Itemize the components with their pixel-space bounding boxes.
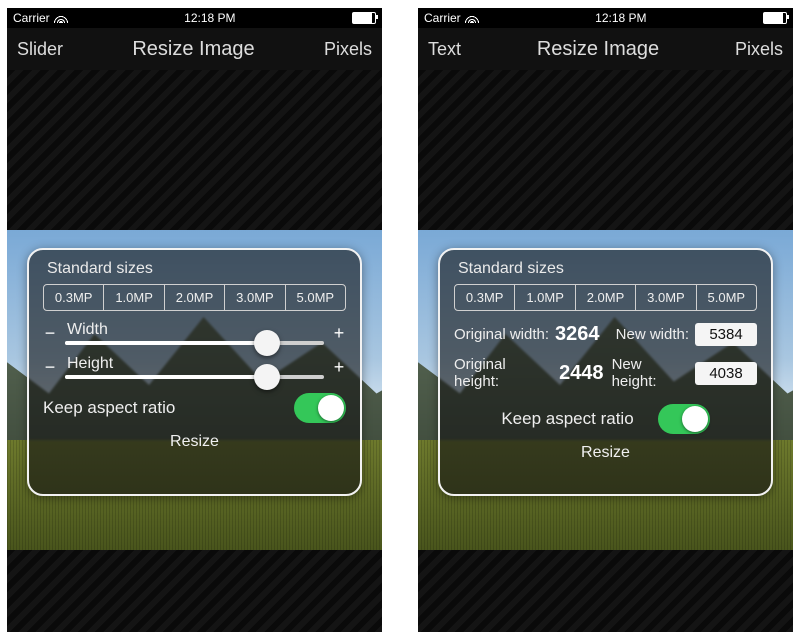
new-width-input[interactable]: 5384 bbox=[695, 323, 757, 346]
height-slider[interactable] bbox=[65, 375, 324, 379]
size-option[interactable]: 0.3MP bbox=[44, 285, 104, 310]
aspect-ratio-label: Keep aspect ratio bbox=[501, 409, 633, 429]
width-increase-button[interactable] bbox=[332, 323, 346, 344]
size-option[interactable]: 1.0MP bbox=[515, 285, 575, 310]
new-height-input[interactable]: 4038 bbox=[695, 362, 757, 385]
nav-left-button[interactable]: Slider bbox=[17, 39, 63, 60]
size-option[interactable]: 2.0MP bbox=[576, 285, 636, 310]
image-preview: Standard sizes 0.3MP 1.0MP 2.0MP 3.0MP 5… bbox=[418, 230, 793, 550]
aspect-ratio-label: Keep aspect ratio bbox=[43, 398, 175, 418]
resize-panel-text: Standard sizes 0.3MP 1.0MP 2.0MP 3.0MP 5… bbox=[438, 248, 773, 496]
nav-bar: Slider Resize Image Pixels bbox=[7, 28, 382, 70]
resize-button[interactable]: Resize bbox=[454, 444, 757, 462]
image-preview: Standard sizes 0.3MP 1.0MP 2.0MP 3.0MP 5… bbox=[7, 230, 382, 550]
original-height-label: Original height: bbox=[454, 356, 553, 390]
resize-panel-slider: Standard sizes 0.3MP 1.0MP 2.0MP 3.0MP 5… bbox=[27, 248, 362, 496]
lower-dark-area bbox=[7, 550, 382, 632]
size-option[interactable]: 0.3MP bbox=[455, 285, 515, 310]
aspect-ratio-toggle[interactable] bbox=[658, 404, 710, 434]
size-option[interactable]: 3.0MP bbox=[225, 285, 285, 310]
nav-title: Resize Image bbox=[132, 38, 254, 61]
nav-right-button[interactable]: Pixels bbox=[324, 39, 372, 60]
new-width-label: New width: bbox=[616, 326, 689, 343]
lower-dark-area bbox=[418, 550, 793, 632]
size-option[interactable]: 5.0MP bbox=[286, 285, 345, 310]
status-bar: Carrier 12:18 PM bbox=[7, 8, 382, 28]
standard-sizes-segmented[interactable]: 0.3MP 1.0MP 2.0MP 3.0MP 5.0MP bbox=[43, 284, 346, 311]
nav-title: Resize Image bbox=[537, 38, 659, 61]
size-option[interactable]: 5.0MP bbox=[697, 285, 756, 310]
original-height-value: 2448 bbox=[559, 362, 604, 385]
carrier-label: Carrier bbox=[13, 11, 50, 25]
width-label: Width bbox=[67, 321, 324, 339]
size-option[interactable]: 2.0MP bbox=[165, 285, 225, 310]
size-option[interactable]: 1.0MP bbox=[104, 285, 164, 310]
new-height-label: New height: bbox=[612, 356, 689, 390]
size-option[interactable]: 3.0MP bbox=[636, 285, 696, 310]
carrier-label: Carrier bbox=[424, 11, 461, 25]
standard-sizes-segmented[interactable]: 0.3MP 1.0MP 2.0MP 3.0MP 5.0MP bbox=[454, 284, 757, 311]
battery-icon bbox=[352, 12, 376, 24]
wifi-icon bbox=[54, 13, 68, 23]
width-slider[interactable] bbox=[65, 341, 324, 345]
nav-left-button[interactable]: Text bbox=[428, 39, 461, 60]
height-decrease-button[interactable] bbox=[43, 357, 57, 378]
phone-screenshot-slider: Carrier 12:18 PM Slider Resize Image Pix… bbox=[7, 8, 382, 632]
nav-bar: Text Resize Image Pixels bbox=[418, 28, 793, 70]
battery-icon bbox=[763, 12, 787, 24]
width-decrease-button[interactable] bbox=[43, 323, 57, 344]
status-time: 12:18 PM bbox=[184, 11, 235, 25]
original-width-label: Original width: bbox=[454, 326, 549, 343]
nav-right-button[interactable]: Pixels bbox=[735, 39, 783, 60]
standard-sizes-heading: Standard sizes bbox=[458, 260, 757, 278]
upper-dark-area bbox=[418, 70, 793, 230]
standard-sizes-heading: Standard sizes bbox=[47, 260, 346, 278]
wifi-icon bbox=[465, 13, 479, 23]
aspect-ratio-toggle[interactable] bbox=[294, 393, 346, 423]
upper-dark-area bbox=[7, 70, 382, 230]
phone-screenshot-text: Carrier 12:18 PM Text Resize Image Pixel… bbox=[418, 8, 793, 632]
status-bar: Carrier 12:18 PM bbox=[418, 8, 793, 28]
original-width-value: 3264 bbox=[555, 323, 600, 346]
height-increase-button[interactable] bbox=[332, 357, 346, 378]
height-label: Height bbox=[67, 355, 324, 373]
status-time: 12:18 PM bbox=[595, 11, 646, 25]
resize-button[interactable]: Resize bbox=[43, 433, 346, 451]
